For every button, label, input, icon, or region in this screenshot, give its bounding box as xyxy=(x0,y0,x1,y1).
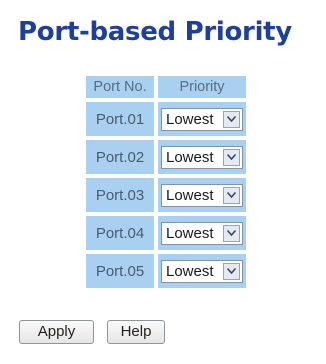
priority-select-value: Lowest xyxy=(166,110,214,128)
priority-select-value: Lowest xyxy=(166,186,214,204)
priority-select[interactable]: Lowest xyxy=(161,107,243,131)
priority-cell: Lowest xyxy=(158,216,246,250)
apply-button[interactable]: Apply xyxy=(19,320,94,344)
table-header-row: Port No. Priority xyxy=(86,76,246,98)
priority-cell: Lowest xyxy=(158,102,246,136)
table-row: Port.03 Lowest xyxy=(86,178,246,212)
priority-cell: Lowest xyxy=(158,178,246,212)
priority-select[interactable]: Lowest xyxy=(161,259,243,283)
chevron-down-icon[interactable] xyxy=(223,148,240,166)
priority-select-value: Lowest xyxy=(166,224,214,242)
priority-cell: Lowest xyxy=(158,140,246,174)
port-label: Port.05 xyxy=(86,254,154,288)
table-row: Port.02 Lowest xyxy=(86,140,246,174)
chevron-down-icon[interactable] xyxy=(223,110,240,128)
column-header-priority: Priority xyxy=(158,76,246,98)
priority-select-value: Lowest xyxy=(166,148,214,166)
priority-select[interactable]: Lowest xyxy=(161,221,243,245)
chevron-down-icon[interactable] xyxy=(223,224,240,242)
chevron-down-icon[interactable] xyxy=(223,262,240,280)
column-header-port: Port No. xyxy=(86,76,154,98)
priority-select[interactable]: Lowest xyxy=(161,183,243,207)
table-row: Port.05 Lowest xyxy=(86,254,246,288)
port-label: Port.04 xyxy=(86,216,154,250)
chevron-down-icon[interactable] xyxy=(223,186,240,204)
port-label: Port.01 xyxy=(86,102,154,136)
port-priority-table: Port No. Priority Port.01 Lowest Port.02… xyxy=(82,72,250,292)
priority-select[interactable]: Lowest xyxy=(161,145,243,169)
help-button[interactable]: Help xyxy=(107,320,165,344)
table-row: Port.04 Lowest xyxy=(86,216,246,250)
priority-select-value: Lowest xyxy=(166,262,214,280)
page-title: Port-based Priority xyxy=(18,17,292,47)
priority-cell: Lowest xyxy=(158,254,246,288)
port-label: Port.02 xyxy=(86,140,154,174)
table-row: Port.01 Lowest xyxy=(86,102,246,136)
port-label: Port.03 xyxy=(86,178,154,212)
